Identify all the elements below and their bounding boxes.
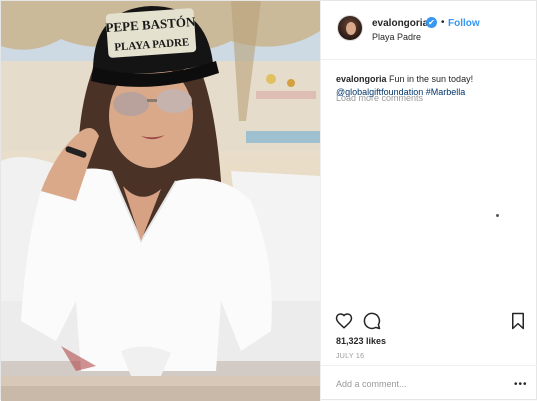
likes-count[interactable]: 81,323 likes [336,336,386,346]
avatar-face [346,22,356,35]
header-username[interactable]: evalongoria [372,18,428,29]
post-side-panel: evalongoria ✔ • Follow Playa Padre evalo… [320,1,537,401]
action-bar [321,304,537,334]
post-header: evalongoria ✔ • Follow Playa Padre [321,1,537,60]
location-link[interactable]: Playa Padre [372,32,421,42]
load-more-comments-button[interactable]: Load more comments [336,93,423,103]
photo-illustration: PEPE BASTÓN PLAYA PADRE [1,1,320,401]
avatar[interactable] [337,15,363,41]
heart-icon[interactable] [335,312,353,330]
add-comment-input[interactable]: Add a comment... [336,379,407,389]
caption-hashtag[interactable]: #Marbella [423,87,466,97]
verified-badge-icon: ✔ [426,17,437,28]
post-photo[interactable]: PEPE BASTÓN PLAYA PADRE [1,1,320,401]
stray-dot [496,214,499,217]
bookmark-icon[interactable] [509,312,527,330]
follow-button[interactable]: Follow [448,18,480,29]
post-date: JULY 16 [336,353,365,360]
caption-username[interactable]: evalongoria [336,74,387,84]
add-comment-bar: Add a comment... ••• [321,365,537,401]
separator-dot: • [441,17,445,28]
caption-text: Fun in the sun today! [386,74,474,84]
more-options-icon[interactable]: ••• [514,379,528,390]
comment-bubble-icon[interactable] [363,312,381,330]
instagram-post: PEPE BASTÓN PLAYA PADRE evalongoria ✔ • … [0,0,537,401]
